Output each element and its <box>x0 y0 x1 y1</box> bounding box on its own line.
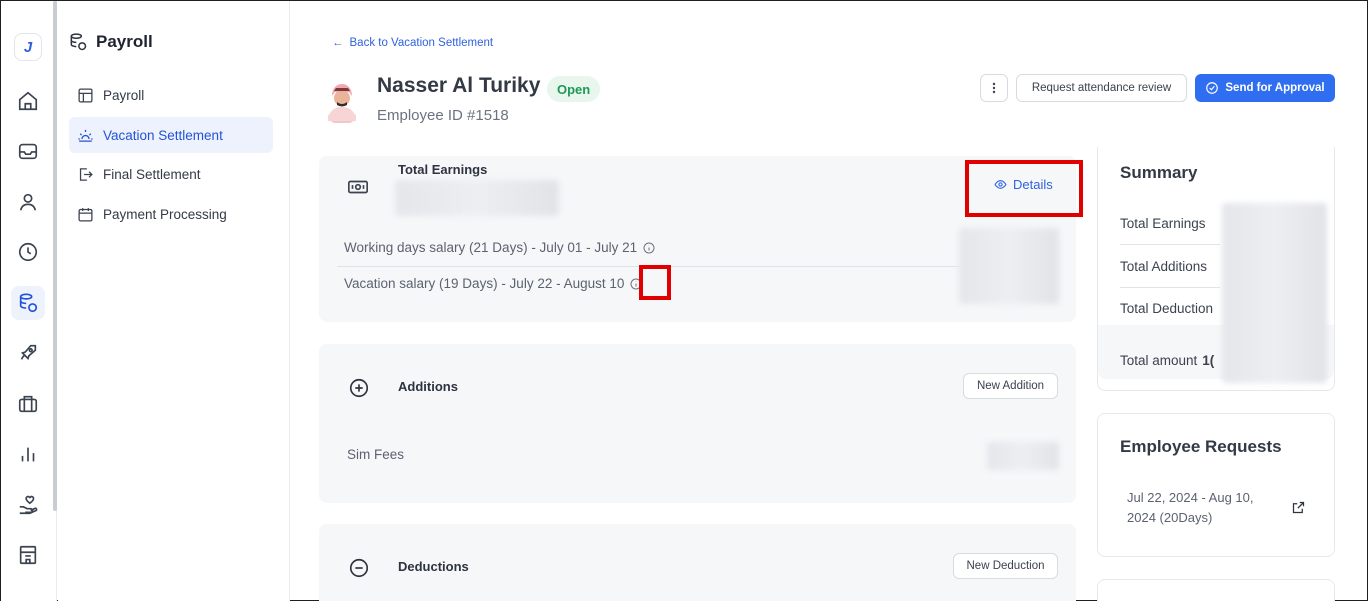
highlight-box-info <box>639 265 671 300</box>
money-icon <box>348 180 368 194</box>
subnav-item-final-settlement[interactable]: Final Settlement <box>69 156 273 192</box>
subnav-item-payroll[interactable]: Payroll <box>69 77 273 113</box>
subnav-item-label: Payroll <box>103 87 145 103</box>
exit-icon <box>79 167 93 181</box>
additions-card: Additions New Addition Sim Fees <box>319 344 1076 503</box>
back-link[interactable]: ← Back to Vacation Settlement <box>332 37 493 49</box>
app-logo[interactable]: J <box>14 33 42 61</box>
redacted-amount <box>987 442 1059 470</box>
employee-requests-card: Employee Requests Jul 22, 2024 - Aug 10,… <box>1097 413 1335 557</box>
summary-card: Summary Total Earnings Total Additions T… <box>1097 147 1335 391</box>
deductions-title: Deductions <box>398 559 469 574</box>
sunset-icon <box>78 129 93 142</box>
rocket-icon[interactable] <box>11 336 45 370</box>
payroll-icon[interactable] <box>11 286 45 320</box>
payroll-subnav: Payroll Payroll Vacation Settlement Fina… <box>58 1 290 601</box>
sim-fees-label: Sim Fees <box>347 447 405 462</box>
minus-circle-icon <box>349 558 369 578</box>
briefcase-icon[interactable] <box>11 387 45 421</box>
home-icon[interactable] <box>11 84 45 118</box>
check-circle-icon <box>1206 82 1219 94</box>
external-link-icon[interactable] <box>1291 500 1306 515</box>
new-addition-label: New Addition <box>976 380 1045 392</box>
bar-chart-icon[interactable] <box>11 437 45 471</box>
subnav-item-vacation-settlement[interactable]: Vacation Settlement <box>69 117 273 153</box>
more-vertical-icon <box>992 82 996 94</box>
total-earnings-title: Total Earnings <box>398 162 488 177</box>
subnav-item-label: Final Settlement <box>103 166 201 182</box>
total-amount-label: Total amount <box>1120 353 1198 368</box>
divider <box>1120 244 1220 245</box>
subnav-title: Payroll <box>68 32 153 52</box>
redacted-amounts <box>959 228 1059 304</box>
more-options-button[interactable] <box>980 74 1008 102</box>
working-days-line: Working days salary (21 Days) - July 01 … <box>344 240 655 255</box>
plus-circle-icon <box>349 378 369 398</box>
new-deduction-label: New Deduction <box>966 560 1045 572</box>
subnav-item-label: Vacation Settlement <box>103 127 223 143</box>
status-badge: Open <box>547 76 601 102</box>
deductions-card: Deductions New Deduction <box>319 524 1076 601</box>
approve-label: Send for Approval <box>1225 82 1325 94</box>
person-icon[interactable] <box>11 185 45 219</box>
redacted-amount <box>395 180 559 216</box>
avatar <box>319 77 365 124</box>
new-deduction-button[interactable]: New Deduction <box>953 553 1058 579</box>
arrow-left-icon: ← <box>332 37 344 49</box>
hand-heart-icon[interactable] <box>11 488 45 522</box>
inbox-icon[interactable] <box>11 134 45 168</box>
next-card <box>1097 579 1335 601</box>
summary-total-earnings: Total Earnings <box>1120 216 1206 231</box>
request-dates: Jul 22, 2024 - Aug 10, 2024 (20Days) <box>1127 490 1254 525</box>
redacted-amounts <box>1222 203 1327 383</box>
clock-icon[interactable] <box>11 235 45 269</box>
back-link-label: Back to Vacation Settlement <box>349 37 494 49</box>
additions-title: Additions <box>398 379 458 394</box>
highlight-box-details <box>965 160 1083 217</box>
subnav-item-label: Payment Processing <box>103 206 227 222</box>
send-for-approval-button[interactable]: Send for Approval <box>1195 74 1335 102</box>
request-review-label: Request attendance review <box>1031 82 1172 94</box>
app-rail: J <box>1 1 57 601</box>
summary-total-deduction: Total Deduction <box>1120 301 1214 316</box>
logo-letter: J <box>23 38 33 56</box>
info-icon[interactable] <box>643 242 655 254</box>
subnav-title-text: Payroll <box>96 32 153 51</box>
working-days-label: Working days salary (21 Days) - July 01 … <box>344 240 638 255</box>
subnav-item-payment-processing[interactable]: Payment Processing <box>69 196 273 232</box>
employee-requests-title: Employee Requests <box>1120 437 1282 456</box>
divider <box>1120 287 1220 288</box>
total-amount-value: 1( <box>1202 353 1215 368</box>
vacation-salary-label: Vacation salary (19 Days) - July 22 - Au… <box>344 276 625 291</box>
table-icon <box>78 87 93 103</box>
summary-total-additions: Total Additions <box>1120 259 1208 274</box>
earnings-card: Total Earnings Working days salary (21 D… <box>319 156 1076 322</box>
calendar-icon <box>78 207 93 222</box>
building-icon[interactable] <box>11 538 45 572</box>
new-addition-button[interactable]: New Addition <box>963 373 1058 399</box>
rail-scrollbar[interactable] <box>53 1 57 511</box>
payroll-icon <box>70 33 87 51</box>
summary-title: Summary <box>1120 163 1198 182</box>
employee-name: Nasser Al Turiky <box>377 74 541 97</box>
employee-id: Employee ID #1518 <box>377 107 509 124</box>
request-attendance-review-button[interactable]: Request attendance review <box>1016 74 1187 102</box>
summary-total-amount: Total amount 1( <box>1120 353 1214 368</box>
sim-fees-row: Sim Fees <box>347 447 404 462</box>
vacation-salary-line: Vacation salary (19 Days) - July 22 - Au… <box>344 276 642 291</box>
